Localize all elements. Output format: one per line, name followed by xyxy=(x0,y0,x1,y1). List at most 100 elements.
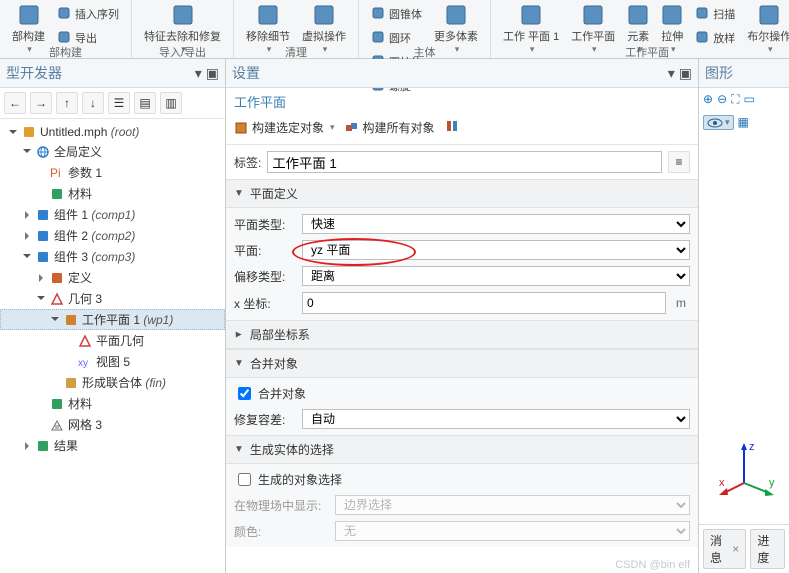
model-tree[interactable]: Untitled.mph (root)全局定义Pi参数 1材料组件 1 (com… xyxy=(0,119,225,573)
tree-row[interactable]: 材料 xyxy=(0,183,225,204)
nav-down-button[interactable]: ↓ xyxy=(82,92,104,114)
nav-back-button[interactable]: ← xyxy=(4,92,26,114)
panel-menu-icon[interactable]: ▾ xyxy=(668,65,675,82)
svg-text:xy: xy xyxy=(78,358,88,369)
tree-row[interactable]: 组件 2 (comp2) xyxy=(0,225,225,246)
plane-select[interactable]: yz 平面 xyxy=(302,240,690,260)
tab-progress[interactable]: 进度 xyxy=(750,529,785,569)
ribbon-item[interactable]: 工作 平面 1▾ xyxy=(499,2,563,57)
tree-row[interactable]: 平面几何 xyxy=(0,330,225,351)
close-icon[interactable]: × xyxy=(732,542,739,556)
repair-select[interactable]: 自动 xyxy=(302,409,690,429)
watermark: CSDN @bin elf xyxy=(615,559,690,571)
tab-messages[interactable]: 消息× xyxy=(703,529,746,569)
twist-icon[interactable] xyxy=(22,231,32,241)
show-label: 在物理场中显示: xyxy=(234,497,329,514)
tree-row[interactable]: 结果 xyxy=(0,435,225,456)
tree-label: 材料 xyxy=(68,395,92,412)
tree-panel-header: 型开发器 ▾ ▣ xyxy=(0,59,225,88)
build-selected-button[interactable]: 构建选定对象 ▾ xyxy=(234,119,335,136)
ribbon-item[interactable]: 布尔操作▾ xyxy=(743,2,789,57)
ribbon-item[interactable]: 扫描 xyxy=(691,2,739,24)
section-gensel[interactable]: ▼生成实体的选择 xyxy=(226,435,698,464)
tree-label: 定义 xyxy=(68,269,92,286)
ribbon-group: 特征去除和修复▾导入/导出 xyxy=(132,0,234,58)
extra-gfx-icon[interactable]: ▦ xyxy=(738,115,749,130)
ribbon-icon xyxy=(172,4,194,26)
plane-type-select[interactable]: 快速 xyxy=(302,214,690,234)
twist-icon[interactable] xyxy=(22,252,32,262)
settings-toolbar: 构建选定对象 ▾ 构建所有对象 xyxy=(226,115,698,145)
model-tree-panel: 型开发器 ▾ ▣ ← → ↑ ↓ ☰ ▤ ▥ Untitled.mph (roo… xyxy=(0,59,226,573)
nav-fwd-button[interactable]: → xyxy=(30,92,52,114)
svg-text:Pi: Pi xyxy=(50,166,61,180)
tree-row[interactable]: 网格 3 xyxy=(0,414,225,435)
tree-row[interactable]: 组件 3 (comp3) xyxy=(0,246,225,267)
panel-menu-icon[interactable]: ▾ xyxy=(195,65,202,82)
settings-subtitle: 工作平面 xyxy=(226,88,698,115)
tree-row[interactable]: 工作平面 1 (wp1) xyxy=(0,309,225,330)
twist-icon[interactable] xyxy=(50,315,60,325)
section-localcs[interactable]: ▼局部坐标系 xyxy=(226,320,698,349)
ribbon-item-label: 圆锥体 xyxy=(389,6,422,22)
ribbon-item[interactable]: 更多体素▾ xyxy=(430,2,482,57)
tag-action-button[interactable]: ≡ xyxy=(668,151,690,173)
plane-label: 平面: xyxy=(234,242,296,259)
more2-button[interactable]: ▥ xyxy=(160,92,182,114)
twist-icon[interactable] xyxy=(8,127,18,137)
twist-spacer xyxy=(36,189,46,199)
extra-button[interactable] xyxy=(445,119,459,136)
ribbon-icon xyxy=(661,4,683,26)
tag-input[interactable] xyxy=(267,151,662,173)
tree-row[interactable]: 材料 xyxy=(0,393,225,414)
ribbon-item[interactable]: 放样 xyxy=(691,26,739,48)
tree-row[interactable]: 全局定义 xyxy=(0,141,225,162)
tree-row[interactable]: Untitled.mph (root) xyxy=(0,123,225,141)
zoom-box-icon[interactable]: ▭ xyxy=(744,92,755,107)
xcoord-input[interactable] xyxy=(302,292,666,314)
zoom-extents-icon[interactable]: ⛶ xyxy=(731,92,739,107)
tree-row[interactable]: 组件 1 (comp1) xyxy=(0,204,225,225)
twist-icon[interactable] xyxy=(22,147,32,157)
gensel-checkbox[interactable]: 生成的对象选择 xyxy=(234,470,690,489)
twist-icon[interactable] xyxy=(22,210,32,220)
ribbon-item[interactable]: 圆锥体 xyxy=(367,2,426,24)
tree-row[interactable]: 几何 3 xyxy=(0,288,225,309)
offset-type-select[interactable]: 距离 xyxy=(302,266,690,286)
tree-row[interactable]: xy视图 5 xyxy=(0,351,225,372)
zoom-out-icon[interactable]: ⊖ xyxy=(717,92,727,107)
tree-label: 组件 2 (comp2) xyxy=(54,227,135,244)
more-button[interactable]: ▤ xyxy=(134,92,156,114)
file-icon xyxy=(22,125,36,139)
build-all-button[interactable]: 构建所有对象 xyxy=(345,119,435,136)
panel-close-icon[interactable]: ▣ xyxy=(679,65,692,82)
ribbon-item[interactable]: 部构建▾ xyxy=(8,2,49,57)
tree-panel-title: 型开发器 xyxy=(6,63,62,83)
ribbon-item[interactable]: 插入序列 xyxy=(53,2,123,24)
visibility-button[interactable]: ▾ xyxy=(703,115,734,130)
tree-row[interactable]: 定义 xyxy=(0,267,225,288)
twist-icon[interactable] xyxy=(22,441,32,451)
ribbon-icon xyxy=(695,6,709,20)
merge-checkbox[interactable]: 合并对象 xyxy=(234,384,690,403)
twist-icon[interactable] xyxy=(36,273,46,283)
tree-row[interactable]: 形成联合体 (fin) xyxy=(0,372,225,393)
tree-label: 全局定义 xyxy=(54,143,102,160)
ribbon-item[interactable]: 工作平面▾ xyxy=(567,2,619,57)
ribbon-icon xyxy=(18,4,40,26)
section-merge[interactable]: ▼合并对象 xyxy=(226,349,698,378)
mat-icon xyxy=(50,397,64,411)
filter-button[interactable]: ☰ xyxy=(108,92,130,114)
nav-up-button[interactable]: ↑ xyxy=(56,92,78,114)
twist-icon[interactable] xyxy=(36,294,46,304)
section-plane-def[interactable]: ▼平面定义 xyxy=(226,179,698,208)
tree-row[interactable]: Pi参数 1 xyxy=(0,162,225,183)
panel-close-icon[interactable]: ▣ xyxy=(206,65,219,82)
settings-header: 设置 ▾ ▣ xyxy=(226,59,698,88)
pi-icon: Pi xyxy=(50,166,64,180)
ribbon-group: 工作 平面 1▾工作平面▾元素▾拉伸▾扫描放样布尔操作▾工作平面 xyxy=(491,0,789,58)
zoom-in-icon[interactable]: ⊕ xyxy=(703,92,713,107)
ribbon-icon xyxy=(257,4,279,26)
svg-text:z: z xyxy=(749,441,755,453)
graphics-canvas[interactable]: z x y xyxy=(699,134,789,524)
